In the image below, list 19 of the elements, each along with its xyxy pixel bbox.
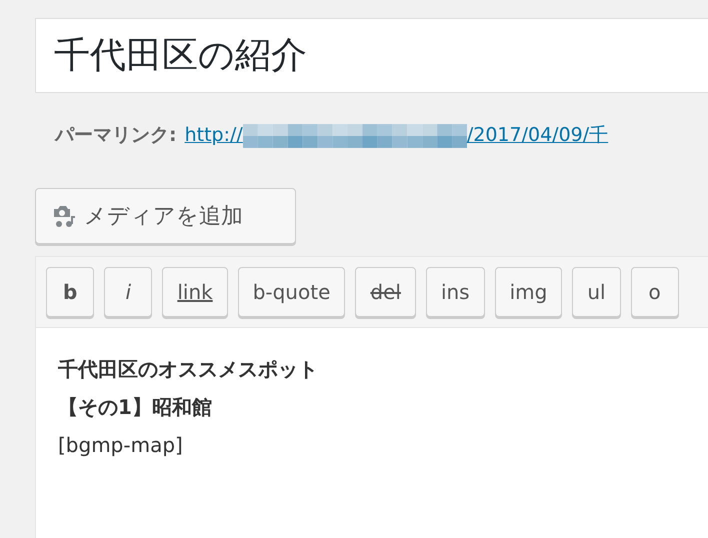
permalink-link[interactable]: http:// [184,124,243,146]
format-button[interactable]: del [355,267,416,317]
format-button[interactable]: ul [572,267,621,317]
format-button[interactable]: ins [426,267,485,317]
format-button[interactable]: b [46,267,94,317]
title-field[interactable]: 千代田区の紹介 [35,18,708,93]
format-button[interactable]: o [630,267,679,317]
format-button[interactable]: b-quote [238,267,346,317]
camera-music-icon [52,203,76,229]
editor-line: [bgmp-map] [58,432,184,459]
format-button[interactable]: img [494,267,562,317]
editor-body[interactable]: 千代田区のオススメスポット 【その1】昭和館 [bgmp-map] [36,328,708,538]
editor-line: 【その1】昭和館 [58,394,213,421]
format-button[interactable]: i [104,267,152,317]
add-media-button[interactable]: メディアを追加 [35,188,296,244]
format-button[interactable]: link [162,267,228,317]
permalink-label: パーマリンク: [55,123,177,148]
editor-line: 千代田区のオススメスポット [58,356,319,383]
permalink-link[interactable]: /2017/04/09/千 [466,122,608,148]
